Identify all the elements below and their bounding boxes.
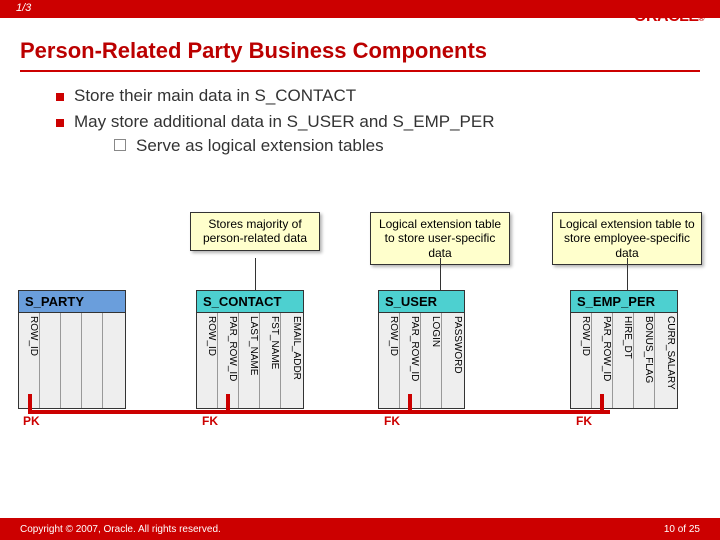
diagram-area: Stores majority of person-related data L… xyxy=(0,200,720,460)
sub-bullet-item: Serve as logical extension tables xyxy=(114,136,720,156)
table-s-contact: S_CONTACT ROW_ID PAR_ROW_ID LAST_NAME FS… xyxy=(196,290,304,409)
page-title: Person-Related Party Business Components xyxy=(20,38,720,64)
bullet-list: Store their main data in S_CONTACT May s… xyxy=(56,86,720,156)
callout-line xyxy=(255,258,256,290)
table-col: ROW_ID xyxy=(379,313,400,408)
table-col: FST_NAME xyxy=(260,313,281,408)
table-header: S_USER xyxy=(378,290,465,313)
sub-bullet-list: Serve as logical extension tables xyxy=(114,136,720,156)
table-col: LAST_NAME xyxy=(239,313,260,408)
key-vertical xyxy=(226,394,230,412)
bullet-item: Store their main data in S_CONTACT xyxy=(56,86,720,106)
fk-label: FK xyxy=(576,414,592,428)
table-header: S_PARTY xyxy=(18,290,126,313)
bullet-item: May store additional data in S_USER and … xyxy=(56,112,720,156)
table-col: ROW_ID xyxy=(197,313,218,408)
fk-label: FK xyxy=(384,414,400,428)
table-col: PASSWORD xyxy=(442,313,463,408)
key-vertical xyxy=(28,394,32,412)
oracle-logo: ORACLE® xyxy=(634,8,704,26)
top-bar: 1/3 xyxy=(0,0,720,18)
table-s-emp-per: S_EMP_PER ROW_ID PAR_ROW_ID HIRE_DT BONU… xyxy=(570,290,678,409)
page-indicator: 10 of 25 xyxy=(664,524,700,535)
table-col: CURR_SALARY xyxy=(655,313,676,408)
table-col: ROW_ID xyxy=(571,313,592,408)
pager-label: 1/3 xyxy=(16,2,31,14)
table-s-user: S_USER ROW_ID PAR_ROW_ID LOGIN PASSWORD xyxy=(378,290,465,409)
table-col: LOGIN xyxy=(421,313,442,408)
key-vertical xyxy=(600,394,604,412)
table-col xyxy=(103,313,124,408)
callout-contact: Stores majority of person-related data xyxy=(190,212,320,251)
footer-bar: Copyright © 2007, Oracle. All rights res… xyxy=(0,518,720,540)
pk-label: PK xyxy=(23,414,40,428)
table-col: EMAIL_ADDR xyxy=(281,313,302,408)
key-bar xyxy=(28,410,610,414)
copyright-text: Copyright © 2007, Oracle. All rights res… xyxy=(20,524,221,535)
table-col xyxy=(61,313,82,408)
table-header: S_EMP_PER xyxy=(570,290,678,313)
table-col xyxy=(40,313,61,408)
fk-label: FK xyxy=(202,414,218,428)
table-s-party: S_PARTY ROW_ID xyxy=(18,290,126,409)
table-col xyxy=(82,313,103,408)
callout-line xyxy=(627,258,628,290)
callout-line xyxy=(440,258,441,290)
table-header: S_CONTACT xyxy=(196,290,304,313)
title-underline xyxy=(20,70,700,72)
key-vertical xyxy=(408,394,412,412)
table-col: BONUS_FLAG xyxy=(634,313,655,408)
table-col: HIRE_DT xyxy=(613,313,634,408)
